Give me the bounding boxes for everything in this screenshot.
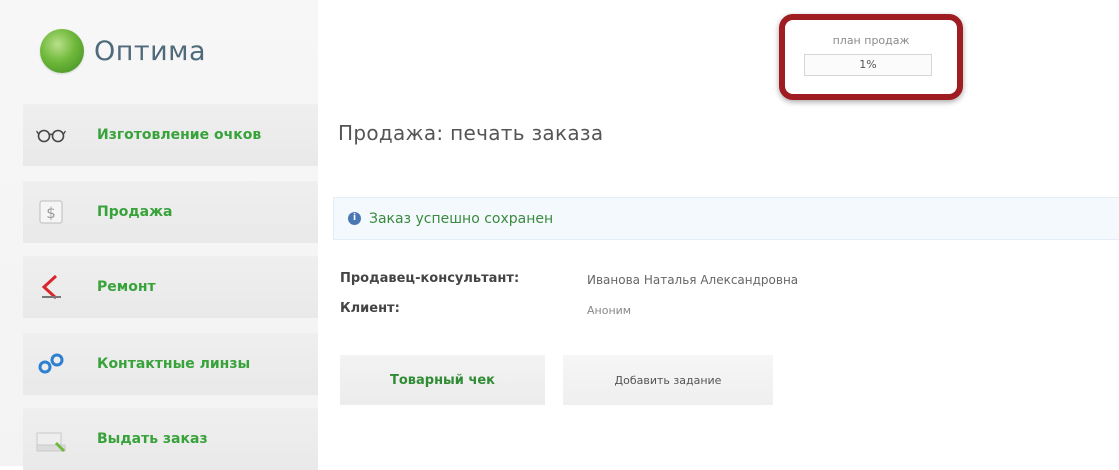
app-name: Оптима xyxy=(94,35,207,67)
sidebar-item-sale[interactable]: $ Продажа xyxy=(23,181,318,243)
box-icon xyxy=(35,423,67,455)
alert-message: Заказ успешно сохранен xyxy=(369,210,554,227)
info-icon: i xyxy=(348,212,361,225)
client-label: Клиент: xyxy=(340,301,400,316)
svg-text:$: $ xyxy=(46,204,56,222)
sidebar-item-issue-order[interactable]: Выдать заказ xyxy=(23,408,318,470)
sidebar-item-repair[interactable]: Ремонт xyxy=(23,256,318,318)
add-task-button[interactable]: Добавить задание xyxy=(563,355,773,405)
sales-plan-widget: план продаж 1% xyxy=(779,14,963,100)
page-title: Продажа: печать заказа xyxy=(338,121,604,145)
sidebar-item-label: Изготовление очков xyxy=(97,127,262,143)
sidebar-item-label: Контактные линзы xyxy=(97,356,251,372)
sidebar-item-label: Выдать заказ xyxy=(97,431,208,447)
client-value: Аноним xyxy=(587,304,632,317)
sales-plan-label: план продаж xyxy=(832,34,910,47)
sales-plan-value: 1% xyxy=(804,54,932,76)
sidebar-item-contact-lenses[interactable]: Контактные линзы xyxy=(23,333,318,395)
seller-label: Продавец-консультант: xyxy=(340,271,520,286)
glasses-icon xyxy=(35,119,67,151)
receipt-button[interactable]: Товарный чек xyxy=(340,355,545,405)
sidebar-item-glasses[interactable]: Изготовление очков xyxy=(23,104,318,166)
seller-value: Иванова Наталья Александровна xyxy=(587,273,799,287)
contact-lens-icon xyxy=(35,348,67,380)
repair-icon xyxy=(35,271,67,303)
sidebar-item-label: Ремонт xyxy=(97,279,156,295)
success-alert: i Заказ успешно сохранен xyxy=(333,197,1119,240)
cash-icon: $ xyxy=(35,196,67,228)
app-logo[interactable]: Оптима xyxy=(40,28,206,74)
sidebar-item-label: Продажа xyxy=(97,204,173,220)
logo-icon xyxy=(40,29,84,73)
